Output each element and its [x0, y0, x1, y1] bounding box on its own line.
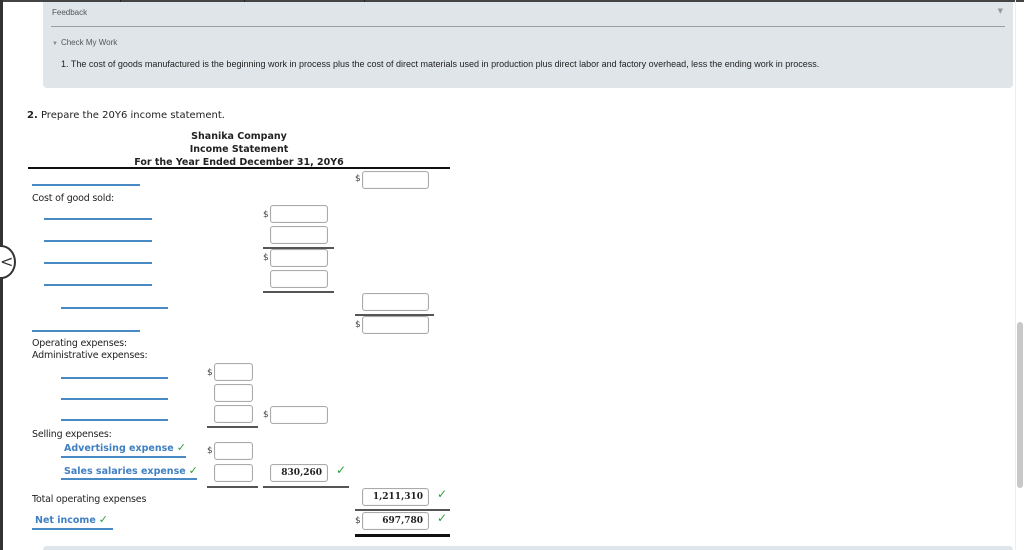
cogs-input-3[interactable] [270, 249, 328, 267]
question-text: Prepare the 20Y6 income statement. [40, 110, 225, 121]
admin-input-2[interactable] [214, 384, 253, 402]
dollar-sign: $ [355, 320, 361, 330]
advertising-underline [61, 456, 186, 458]
subtotal-rule [207, 486, 258, 488]
subtotal-rule [207, 426, 258, 428]
admin-item-select-1[interactable] [61, 377, 168, 379]
subtotal-rule [263, 486, 349, 488]
double-underline-rule [355, 534, 450, 537]
check-my-work-label: Check My Work [60, 38, 118, 47]
selling-total-input[interactable]: 830,260 [270, 464, 328, 482]
admin-item-select-2[interactable] [61, 398, 168, 400]
cogs-label: Cost of good sold: [32, 193, 115, 204]
cogs-item-select-2[interactable] [44, 240, 152, 242]
cogs-total-select[interactable] [61, 307, 168, 309]
header-rule [28, 167, 450, 169]
total-operating-expenses-label: Total operating expenses [32, 494, 147, 505]
operating-expenses-label: Operating expenses: [32, 338, 127, 349]
net-income-input[interactable]: 697,780 [362, 512, 429, 530]
back-button[interactable]: < [0, 245, 16, 279]
admin-total-input[interactable] [270, 406, 328, 424]
dollar-sign: $ [355, 516, 361, 526]
sales-salaries-input[interactable] [214, 464, 253, 482]
cogs-input-2[interactable] [270, 226, 328, 244]
cogs-item-select-3[interactable] [44, 262, 152, 264]
feedback-hint: 1. The cost of goods manufactured is the… [61, 59, 820, 69]
cogs-input-4[interactable] [270, 270, 328, 288]
question-number: 2. [27, 110, 38, 121]
checkmark-icon: ✓ [336, 463, 347, 477]
admin-input-1[interactable] [214, 363, 253, 381]
dollar-sign: $ [207, 368, 213, 378]
advertising-input[interactable] [214, 442, 253, 460]
cogs-item-select-4[interactable] [44, 284, 152, 286]
feedback-divider [51, 26, 1005, 27]
subtotal-rule [355, 509, 450, 511]
subtotal-rule [263, 291, 334, 293]
gross-profit-input[interactable] [362, 316, 429, 334]
dollar-sign: $ [207, 446, 213, 456]
feedback-panel: Feedback ▼ ▼ Check My Work 1. The cost of… [43, 2, 1013, 88]
cogs-item-select-1[interactable] [44, 218, 152, 220]
net-income-label: Net income [35, 515, 96, 526]
administrative-expenses-label: Administrative expenses: [32, 350, 148, 361]
statement-title: Income Statement [189, 144, 289, 155]
checkmark-icon: ✓ [437, 511, 448, 525]
chevron-left-icon: < [0, 252, 14, 271]
revenue-label-select[interactable] [32, 184, 140, 186]
scrollbar-track [1015, 0, 1016, 550]
net-income-select[interactable]: Net income ✓ [35, 513, 108, 526]
checkmark-icon: ✓ [188, 464, 198, 477]
sales-salaries-underline [61, 478, 197, 480]
total-operating-expenses-input[interactable]: 1,211,310 [362, 488, 429, 506]
caret-down-icon: ▼ [52, 41, 58, 47]
selling-expenses-label: Selling expenses: [32, 429, 112, 440]
checkmark-icon: ✓ [98, 513, 108, 526]
gross-profit-select[interactable] [32, 330, 140, 332]
dollar-sign: $ [263, 253, 269, 263]
dollar-sign: $ [263, 410, 269, 420]
dollar-sign: $ [355, 174, 361, 184]
checkmark-icon: ✓ [176, 441, 186, 454]
company-name: Shanika Company [191, 131, 287, 142]
question-prompt: 2. Prepare the 20Y6 income statement. [27, 110, 225, 121]
advertising-expense-label: Advertising expense [64, 443, 174, 454]
admin-item-select-3[interactable] [61, 419, 168, 421]
sales-salaries-expense-select[interactable]: Sales salaries expense ✓ [64, 464, 198, 477]
net-income-underline [32, 528, 113, 530]
cogs-total-input[interactable] [362, 293, 429, 311]
sales-salaries-expense-label: Sales salaries expense [64, 466, 186, 477]
cogs-input-1[interactable] [270, 205, 328, 223]
collapse-caret-icon[interactable]: ▼ [998, 7, 1003, 15]
scrollbar-thumb[interactable] [1017, 322, 1023, 488]
admin-input-3[interactable] [214, 405, 253, 423]
check-my-work-toggle[interactable]: ▼ Check My Work [52, 38, 117, 47]
dollar-sign: $ [263, 210, 269, 220]
advertising-expense-select[interactable]: Advertising expense ✓ [64, 441, 186, 454]
next-panel [43, 546, 1013, 550]
feedback-title: Feedback [52, 8, 88, 17]
revenue-input[interactable] [362, 171, 429, 189]
checkmark-icon: ✓ [437, 487, 448, 501]
